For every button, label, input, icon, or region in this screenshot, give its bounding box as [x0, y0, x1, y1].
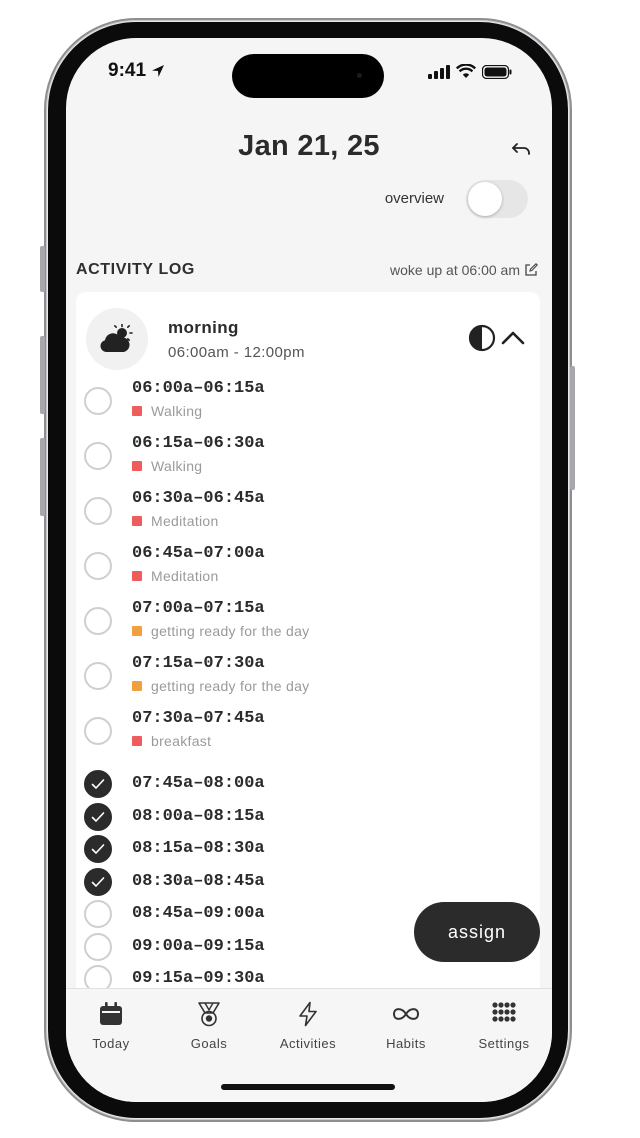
status-time-text: 9:41 — [108, 60, 147, 81]
activity-color-swatch — [132, 406, 142, 416]
time-slot-label: 08:30a–08:45a — [132, 871, 265, 891]
tab-today[interactable]: Today — [67, 1001, 155, 1051]
slot-activity: Meditation — [132, 568, 219, 584]
tab-label: Habits — [386, 1036, 426, 1051]
activity-name: breakfast — [151, 733, 212, 749]
activity-color-swatch — [132, 681, 142, 691]
slot-activity: getting ready for the day — [132, 623, 310, 639]
time-slot-label: 06:15a–06:30a — [132, 434, 265, 453]
period-range: 06:00am - 12:00pm — [168, 344, 305, 361]
tab-label: Today — [92, 1036, 130, 1051]
activity-name: Walking — [151, 458, 203, 474]
period-icon — [86, 308, 148, 370]
contrast-icon[interactable] — [468, 324, 496, 352]
time-slot-label: 06:30a–06:45a — [132, 489, 265, 508]
unchecked-checkbox[interactable] — [84, 717, 112, 745]
screen: 9:41 Jan 21, 25 overview ACTIVITY LOG wo… — [66, 38, 552, 1102]
time-slot-label: 07:30a–07:45a — [132, 709, 265, 728]
sun-behind-cloud-icon — [100, 324, 133, 352]
woke-up-label[interactable]: woke up at 06:00 am — [390, 262, 538, 278]
activity-color-swatch — [132, 461, 142, 471]
activity-name: Meditation — [151, 513, 219, 529]
overview-label: overview — [384, 190, 444, 207]
activity-name: Walking — [151, 403, 203, 419]
wifi-icon — [456, 64, 476, 78]
time-slot-label: 06:45a–07:00a — [132, 544, 265, 563]
activity-color-swatch — [132, 571, 142, 581]
assign-button[interactable]: assign — [414, 902, 540, 962]
time-slot-label: 09:15a–09:30a — [132, 969, 265, 988]
checked-checkbox[interactable] — [84, 770, 112, 798]
checkmark-icon — [91, 844, 105, 854]
checkmark-icon — [91, 876, 105, 887]
tab-label: Settings — [478, 1036, 530, 1051]
activity-name: Meditation — [151, 568, 219, 584]
location-arrow-icon — [152, 65, 165, 77]
unchecked-checkbox[interactable] — [84, 932, 112, 961]
grid-dots-icon — [492, 1002, 516, 1022]
dynamic-island — [232, 54, 384, 98]
side-button — [40, 246, 45, 292]
woke-up-text: woke up at 06:00 am — [390, 262, 520, 278]
checkmark-icon — [91, 779, 105, 789]
checked-checkbox[interactable] — [84, 867, 112, 896]
power-button — [570, 366, 575, 490]
tab-activities[interactable]: Activities — [264, 1001, 352, 1051]
volume-down-button — [40, 438, 45, 516]
medal-icon — [198, 1002, 220, 1027]
tab-goals[interactable]: Goals — [165, 1001, 253, 1051]
checked-checkbox[interactable] — [84, 802, 112, 831]
activity-color-swatch — [132, 626, 142, 636]
unchecked-checkbox[interactable] — [84, 607, 112, 635]
overview-toggle[interactable] — [466, 180, 528, 218]
time-slot-label: 08:00a–08:15a — [132, 806, 265, 826]
slot-activity: Meditation — [132, 513, 219, 529]
tab-settings[interactable]: Settings — [460, 1001, 548, 1051]
lightning-icon — [299, 1001, 317, 1027]
tab-habits[interactable]: Habits — [362, 1001, 450, 1051]
status-time: 9:41 — [108, 60, 166, 82]
tab-label: Activities — [279, 1036, 337, 1051]
time-slot-label: 08:45a–09:00a — [132, 904, 265, 923]
time-slot-label: 07:15a–07:30a — [132, 654, 265, 673]
infinity-icon — [392, 1008, 420, 1020]
slot-activity: Walking — [132, 458, 202, 474]
slot-activity: getting ready for the day — [132, 678, 310, 694]
unchecked-checkbox[interactable] — [84, 900, 112, 928]
period-name: morning — [168, 318, 239, 337]
back-arrow-icon[interactable] — [510, 138, 532, 160]
activity-color-swatch — [132, 736, 142, 746]
home-indicator — [221, 1084, 395, 1090]
tab-label: Goals — [190, 1036, 228, 1051]
calendar-icon — [100, 1002, 122, 1025]
edit-icon[interactable] — [524, 263, 538, 277]
volume-up-button — [40, 336, 45, 414]
activity-log-title: ACTIVITY LOG — [76, 261, 195, 278]
time-slot-label: 07:00a–07:15a — [132, 599, 265, 618]
unchecked-checkbox[interactable] — [84, 552, 112, 580]
slot-activity: Walking — [132, 403, 202, 419]
time-slot-label: 06:00a–06:15a — [132, 379, 265, 398]
cellular-signal-icon — [428, 64, 450, 79]
unchecked-checkbox[interactable] — [84, 662, 112, 690]
activity-name: getting ready for the day — [151, 623, 310, 639]
slot-activity: breakfast — [132, 733, 211, 749]
time-slot-label: 09:00a–09:15a — [132, 936, 265, 956]
checkmark-icon — [91, 811, 105, 822]
time-slot-label: 08:15a–08:30a — [132, 839, 265, 858]
time-slot-label: 07:45a–08:00a — [132, 774, 265, 793]
chevron-up-icon[interactable] — [500, 328, 526, 348]
unchecked-checkbox[interactable] — [84, 387, 112, 415]
status-icons — [428, 64, 512, 79]
toggle-knob — [468, 182, 502, 216]
battery-icon — [482, 64, 512, 79]
activity-color-swatch — [132, 516, 142, 526]
activity-name: getting ready for the day — [151, 678, 310, 694]
unchecked-checkbox[interactable] — [84, 442, 112, 470]
page-title: Jan 21, 25 — [238, 130, 380, 162]
checked-checkbox[interactable] — [84, 835, 112, 863]
unchecked-checkbox[interactable] — [84, 497, 112, 525]
